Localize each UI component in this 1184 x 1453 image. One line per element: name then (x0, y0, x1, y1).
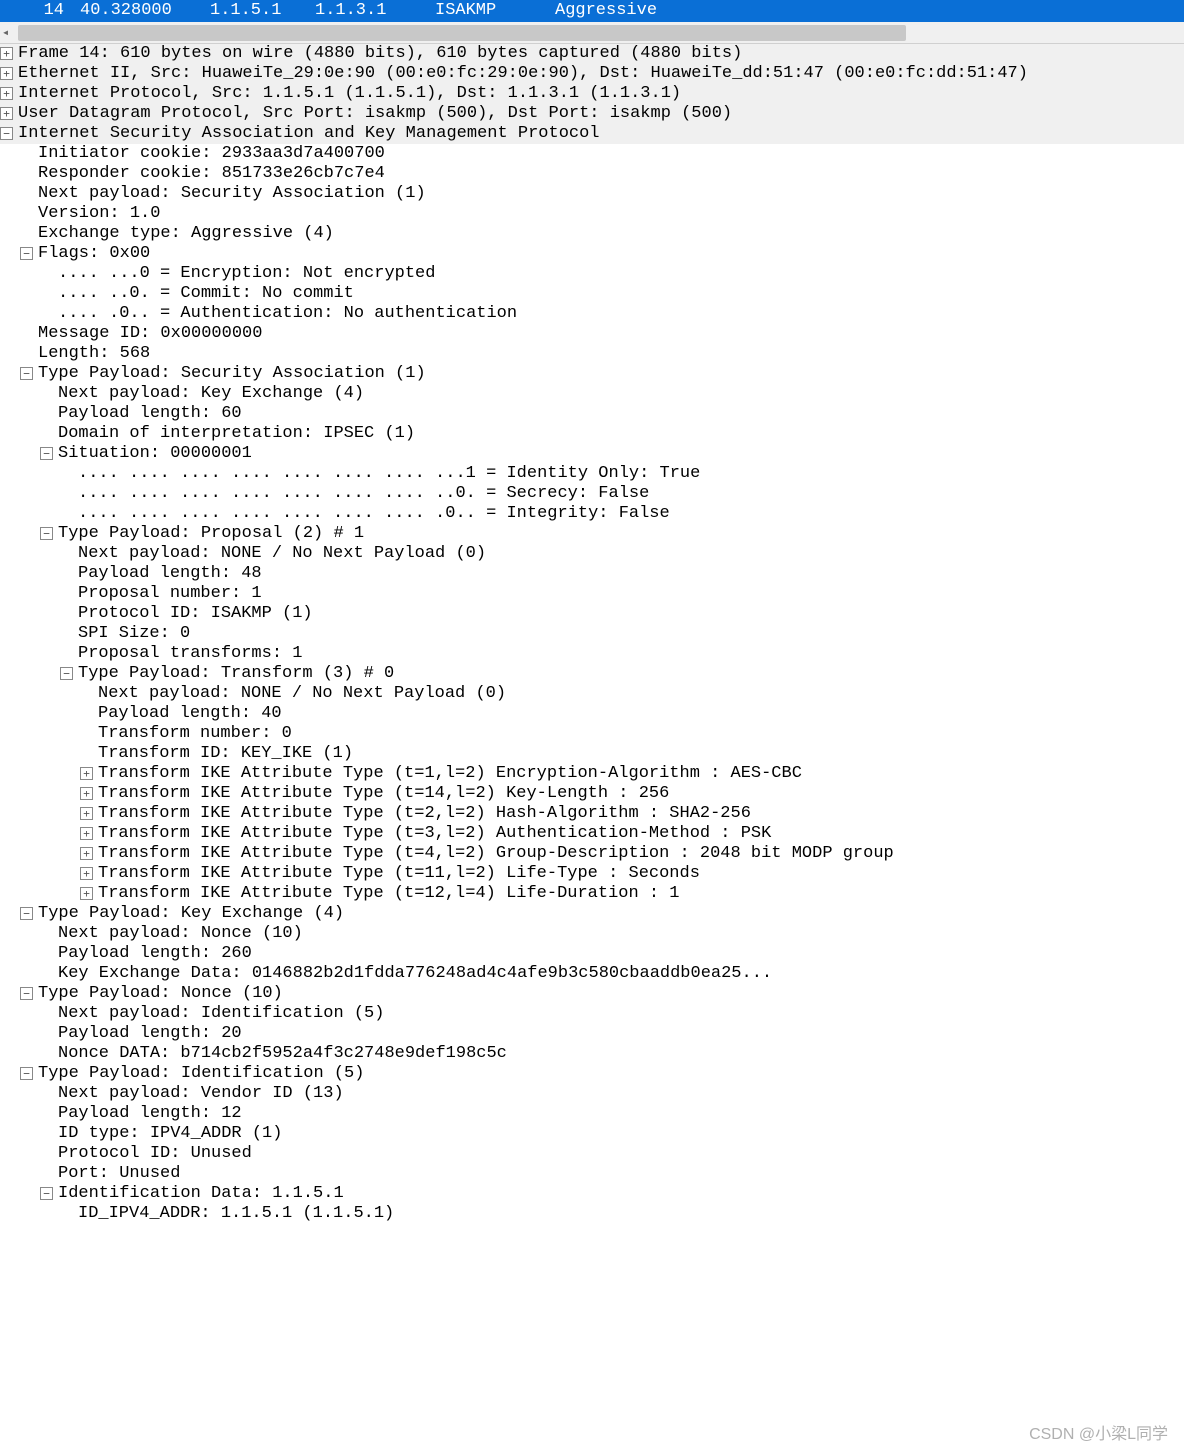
ident-field[interactable]: Port: Unused (0, 1164, 1184, 1184)
ethernet-summary-text: Ethernet II, Src: HuaweiTe_29:0e:90 (00:… (17, 64, 1028, 84)
transform-attr[interactable]: +Transform IKE Attribute Type (t=3,l=2) … (0, 824, 1184, 844)
ident-field[interactable]: Protocol ID: Unused (0, 1144, 1184, 1164)
packet-details-tree: + Frame 14: 610 bytes on wire (4880 bits… (0, 44, 1184, 1224)
scrollbar-thumb[interactable] (18, 25, 906, 41)
sa-node[interactable]: −Type Payload: Security Association (1) (0, 364, 1184, 384)
situation-field[interactable]: .... .... .... .... .... .... .... .0.. … (0, 504, 1184, 524)
isakmp-summary-text: Internet Security Association and Key Ma… (17, 124, 600, 144)
isakmp-field[interactable]: Length: 568 (0, 344, 1184, 364)
flags-field[interactable]: .... ...0 = Encryption: Not encrypted (0, 264, 1184, 284)
proposal-field[interactable]: Next payload: NONE / No Next Payload (0) (0, 544, 1184, 564)
udp-summary-text: User Datagram Protocol, Src Port: isakmp… (17, 104, 732, 124)
proposal-field[interactable]: SPI Size: 0 (0, 624, 1184, 644)
col-no: 14 (0, 1, 72, 21)
col-time: 40.328000 (72, 1, 202, 21)
transform-field[interactable]: Transform ID: KEY_IKE (1) (0, 744, 1184, 764)
transform-attr[interactable]: +Transform IKE Attribute Type (t=4,l=2) … (0, 844, 1184, 864)
ident-node[interactable]: −Type Payload: Identification (5) (0, 1064, 1184, 1084)
ke-field[interactable]: Next payload: Nonce (10) (0, 924, 1184, 944)
ident-field[interactable]: Next payload: Vendor ID (13) (0, 1084, 1184, 1104)
col-protocol: ISAKMP (427, 1, 547, 21)
collapse-icon[interactable]: − (20, 987, 33, 1000)
expand-icon[interactable]: + (0, 67, 13, 80)
expand-icon[interactable]: + (80, 887, 93, 900)
sa-field[interactable]: Payload length: 60 (0, 404, 1184, 424)
ident-field[interactable]: ID type: IPV4_ADDR (1) (0, 1124, 1184, 1144)
transform-attr[interactable]: +Transform IKE Attribute Type (t=2,l=2) … (0, 804, 1184, 824)
frame-summary-text: Frame 14: 610 bytes on wire (4880 bits),… (17, 44, 742, 64)
expand-icon[interactable]: + (0, 107, 13, 120)
nonce-field[interactable]: Payload length: 20 (0, 1024, 1184, 1044)
sa-field[interactable]: Next payload: Key Exchange (4) (0, 384, 1184, 404)
transform-field[interactable]: Next payload: NONE / No Next Payload (0) (0, 684, 1184, 704)
proposal-field[interactable]: Proposal number: 1 (0, 584, 1184, 604)
expand-icon[interactable]: + (80, 787, 93, 800)
transform-attr[interactable]: +Transform IKE Attribute Type (t=12,l=4)… (0, 884, 1184, 904)
situation-field[interactable]: .... .... .... .... .... .... .... ..0. … (0, 484, 1184, 504)
isakmp-summary[interactable]: − Internet Security Association and Key … (0, 124, 1184, 144)
situation-field[interactable]: .... .... .... .... .... .... .... ...1 … (0, 464, 1184, 484)
col-info: Aggressive (547, 1, 1184, 21)
proposal-field[interactable]: Protocol ID: ISAKMP (1) (0, 604, 1184, 624)
collapse-icon[interactable]: − (20, 1067, 33, 1080)
transform-attr[interactable]: +Transform IKE Attribute Type (t=11,l=2)… (0, 864, 1184, 884)
collapse-icon[interactable]: − (20, 247, 33, 260)
nonce-node[interactable]: −Type Payload: Nonce (10) (0, 984, 1184, 1004)
nonce-field[interactable]: Nonce DATA: b714cb2f5952a4f3c2748e9def19… (0, 1044, 1184, 1064)
transform-attr[interactable]: +Transform IKE Attribute Type (t=14,l=2)… (0, 784, 1184, 804)
collapse-icon[interactable]: − (40, 447, 53, 460)
isakmp-field[interactable]: Exchange type: Aggressive (4) (0, 224, 1184, 244)
transform-attr[interactable]: +Transform IKE Attribute Type (t=1,l=2) … (0, 764, 1184, 784)
isakmp-field[interactable]: Responder cookie: 851733e26cb7c7e4 (0, 164, 1184, 184)
expand-icon[interactable]: + (80, 767, 93, 780)
flags-node[interactable]: −Flags: 0x00 (0, 244, 1184, 264)
flags-field[interactable]: .... .0.. = Authentication: No authentic… (0, 304, 1184, 324)
collapse-icon[interactable]: − (0, 127, 13, 140)
nonce-field[interactable]: Next payload: Identification (5) (0, 1004, 1184, 1024)
ke-node[interactable]: −Type Payload: Key Exchange (4) (0, 904, 1184, 924)
packet-list-selected-row[interactable]: 14 40.328000 1.1.5.1 1.1.3.1 ISAKMP Aggr… (0, 0, 1184, 22)
collapse-icon[interactable]: − (20, 907, 33, 920)
collapse-icon[interactable]: − (60, 667, 73, 680)
ident-data-field[interactable]: ID_IPV4_ADDR: 1.1.5.1 (1.1.5.1) (0, 1204, 1184, 1224)
isakmp-field[interactable]: Version: 1.0 (0, 204, 1184, 224)
col-destination: 1.1.3.1 (307, 1, 427, 21)
expand-icon[interactable]: + (80, 867, 93, 880)
scroll-left-icon[interactable]: ◂ (2, 25, 16, 41)
proposal-field[interactable]: Proposal transforms: 1 (0, 644, 1184, 664)
proposal-field[interactable]: Payload length: 48 (0, 564, 1184, 584)
ke-field[interactable]: Payload length: 260 (0, 944, 1184, 964)
isakmp-field[interactable]: Initiator cookie: 2933aa3d7a400700 (0, 144, 1184, 164)
watermark: CSDN @小梁L同学 (1029, 1425, 1168, 1445)
expand-icon[interactable]: + (0, 47, 13, 60)
situation-node[interactable]: −Situation: 00000001 (0, 444, 1184, 464)
udp-summary[interactable]: + User Datagram Protocol, Src Port: isak… (0, 104, 1184, 124)
ip-summary-text: Internet Protocol, Src: 1.1.5.1 (1.1.5.1… (17, 84, 681, 104)
collapse-icon[interactable]: − (40, 527, 53, 540)
sa-field[interactable]: Domain of interpretation: IPSEC (1) (0, 424, 1184, 444)
isakmp-field[interactable]: Next payload: Security Association (1) (0, 184, 1184, 204)
transform-node[interactable]: −Type Payload: Transform (3) # 0 (0, 664, 1184, 684)
ident-data-node[interactable]: −Identification Data: 1.1.5.1 (0, 1184, 1184, 1204)
horizontal-scrollbar[interactable]: ◂ (0, 22, 1184, 44)
expand-icon[interactable]: + (80, 807, 93, 820)
ethernet-summary[interactable]: + Ethernet II, Src: HuaweiTe_29:0e:90 (0… (0, 64, 1184, 84)
isakmp-field[interactable]: Message ID: 0x00000000 (0, 324, 1184, 344)
col-source: 1.1.5.1 (202, 1, 307, 21)
collapse-icon[interactable]: − (20, 367, 33, 380)
expand-icon[interactable]: + (80, 847, 93, 860)
expand-icon[interactable]: + (0, 87, 13, 100)
ke-field[interactable]: Key Exchange Data: 0146882b2d1fdda776248… (0, 964, 1184, 984)
frame-summary[interactable]: + Frame 14: 610 bytes on wire (4880 bits… (0, 44, 1184, 64)
flags-field[interactable]: .... ..0. = Commit: No commit (0, 284, 1184, 304)
ident-field[interactable]: Payload length: 12 (0, 1104, 1184, 1124)
proposal-node[interactable]: −Type Payload: Proposal (2) # 1 (0, 524, 1184, 544)
expand-icon[interactable]: + (80, 827, 93, 840)
transform-field[interactable]: Transform number: 0 (0, 724, 1184, 744)
collapse-icon[interactable]: − (40, 1187, 53, 1200)
transform-field[interactable]: Payload length: 40 (0, 704, 1184, 724)
ip-summary[interactable]: + Internet Protocol, Src: 1.1.5.1 (1.1.5… (0, 84, 1184, 104)
